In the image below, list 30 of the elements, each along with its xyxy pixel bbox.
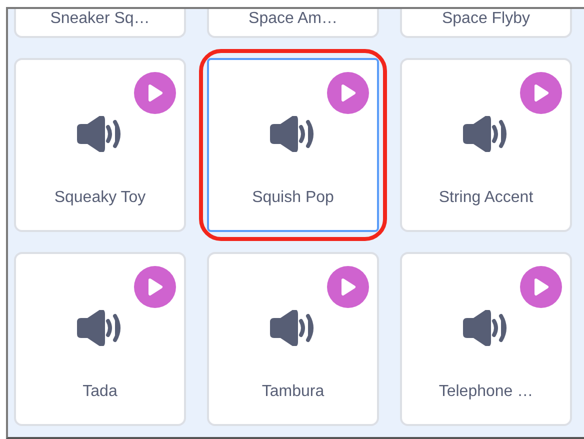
sound-name: Squeaky Toy <box>54 189 146 207</box>
sound-name: Space Am… <box>248 10 338 28</box>
sound-card[interactable]: Tada <box>14 252 186 426</box>
play-icon <box>532 83 550 103</box>
play-button[interactable] <box>134 266 176 308</box>
play-button[interactable] <box>520 266 562 308</box>
play-icon <box>339 277 357 297</box>
sound-card[interactable]: Squish Pop <box>207 58 379 232</box>
sound-card[interactable]: Sneaker Sq… <box>14 9 186 38</box>
sound-name: Space Flyby <box>442 10 530 28</box>
sound-name: Telephone … <box>438 383 534 401</box>
sound-card[interactable]: String Accent <box>400 58 572 232</box>
play-icon <box>146 277 164 297</box>
play-icon <box>339 83 357 103</box>
play-icon <box>146 83 164 103</box>
sound-card[interactable]: Space Flyby <box>400 9 572 38</box>
sound-name: Sneaker Sq… <box>50 10 150 28</box>
sound-card[interactable]: Telephone … <box>400 252 572 426</box>
sound-name: String Accent <box>438 189 534 207</box>
play-button[interactable] <box>134 72 176 114</box>
sound-card[interactable]: Tambura <box>207 252 379 426</box>
sound-name: Squish Pop <box>252 189 334 207</box>
sound-name: Tambura <box>262 383 324 401</box>
sound-card[interactable]: Space Am… <box>207 9 379 38</box>
play-button[interactable] <box>520 72 562 114</box>
sound-card[interactable]: Squeaky Toy <box>14 58 186 232</box>
play-button[interactable] <box>327 266 369 308</box>
play-button[interactable] <box>327 72 369 114</box>
sound-name: Tada <box>82 383 118 401</box>
play-icon <box>532 277 550 297</box>
